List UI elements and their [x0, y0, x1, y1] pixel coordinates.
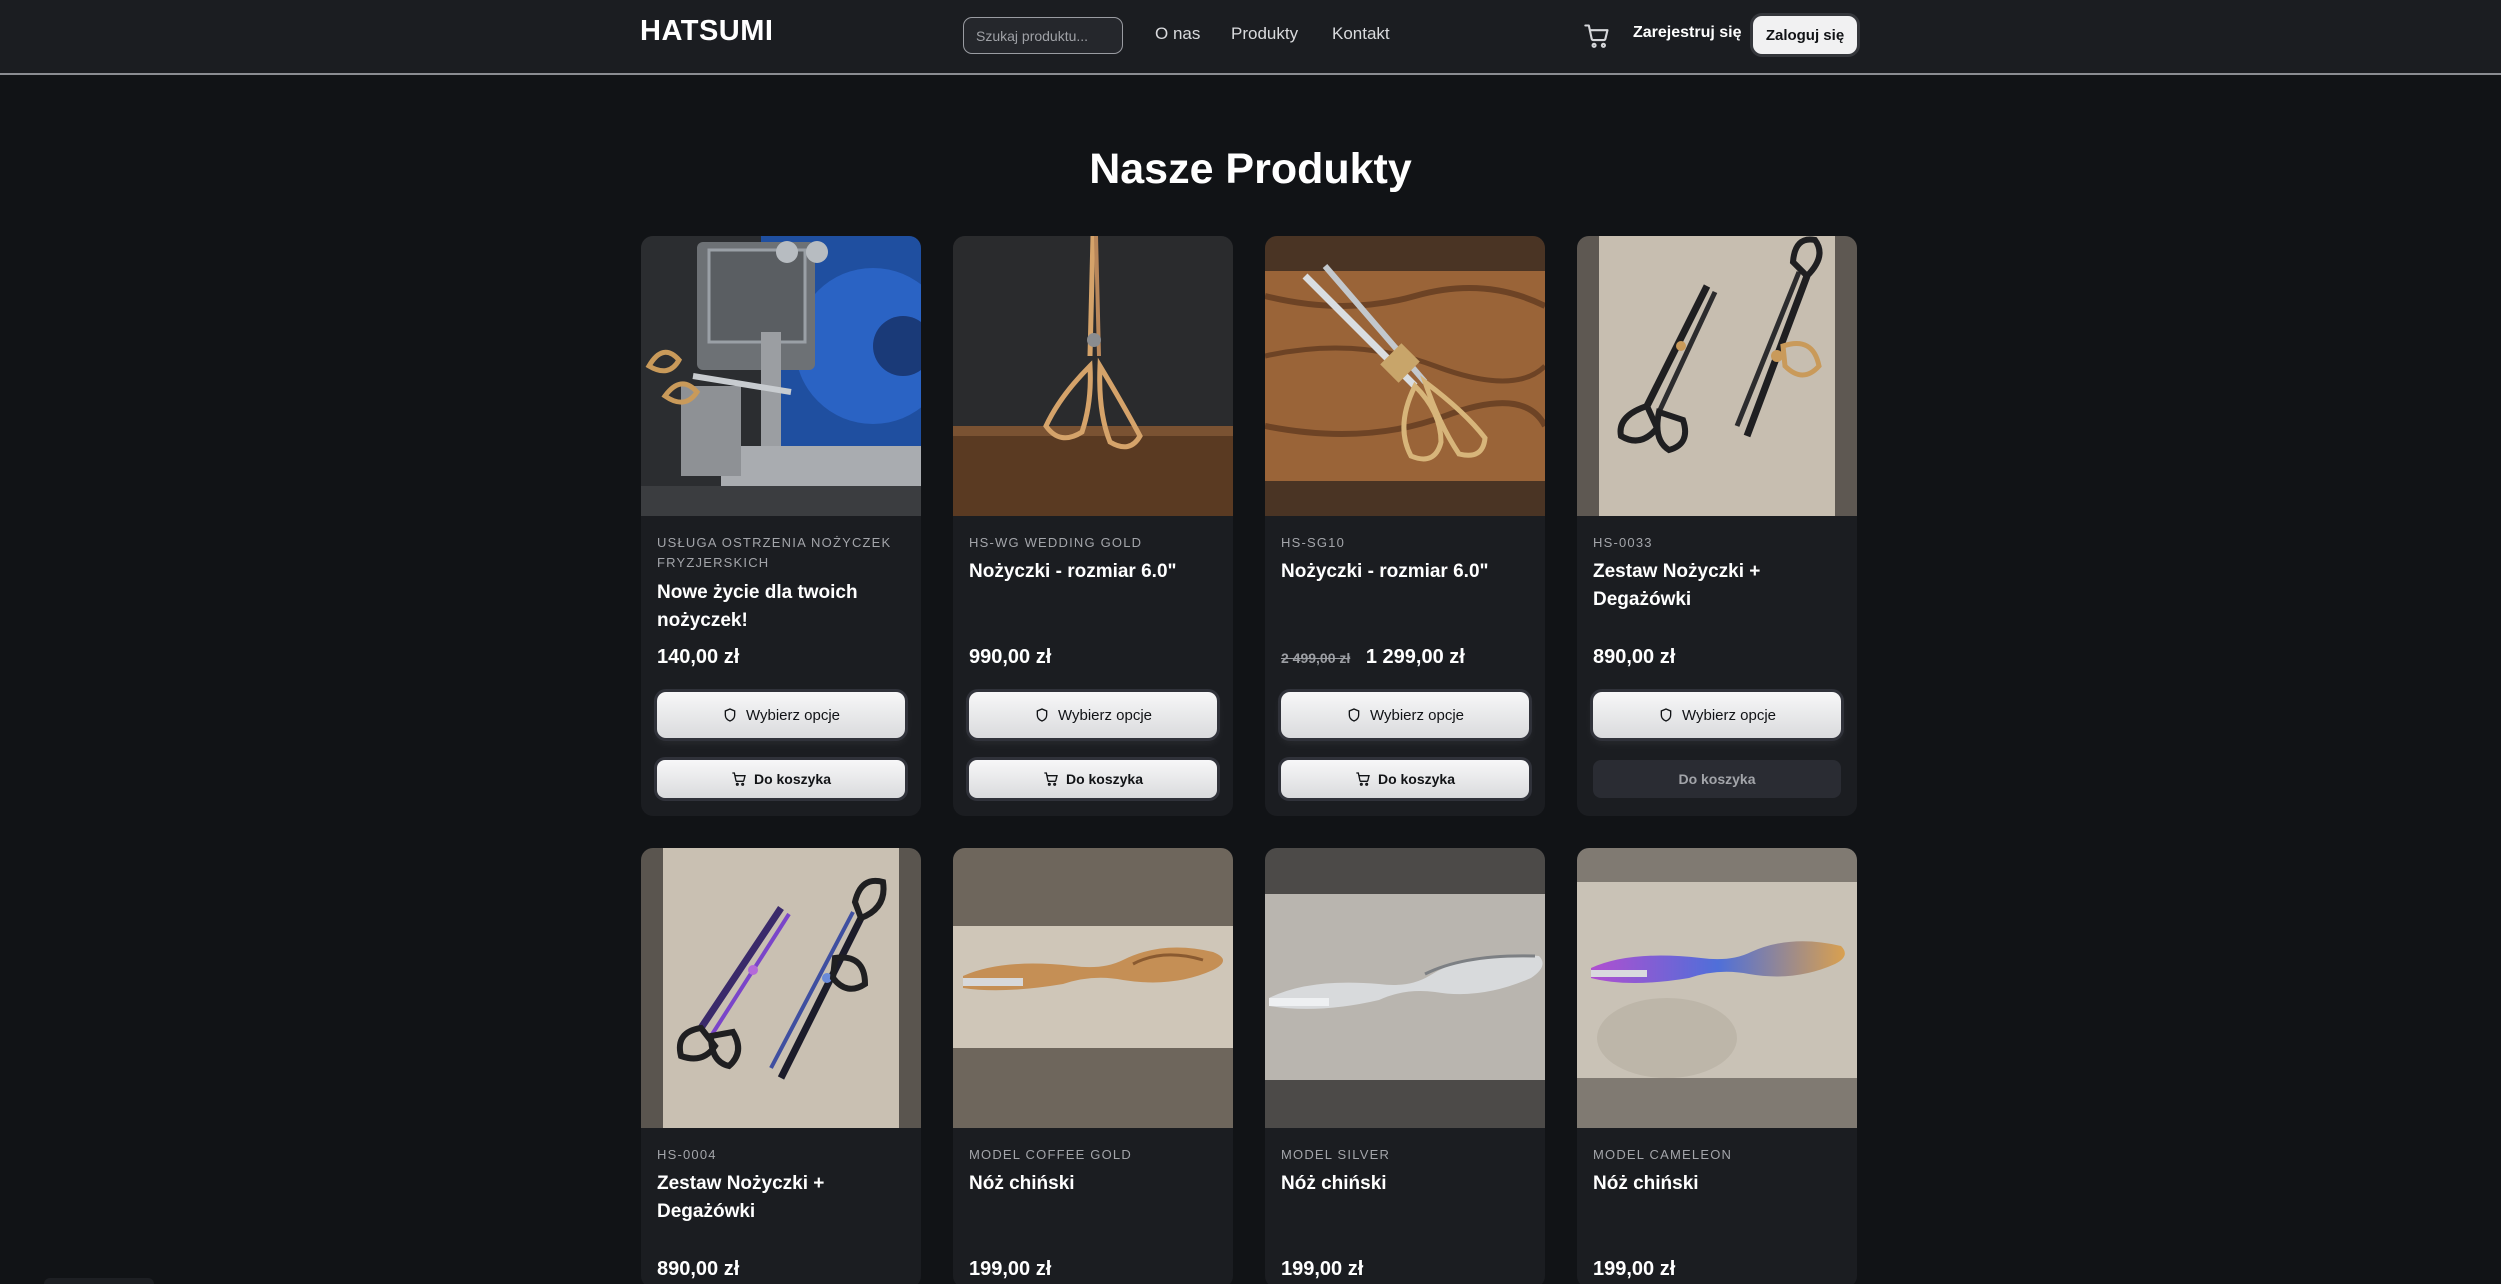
- product-image-silver-razor[interactable]: [1265, 848, 1545, 1128]
- login-button[interactable]: Zaloguj się: [1753, 16, 1857, 54]
- brand-logo[interactable]: HATSUMI: [640, 15, 773, 48]
- shield-icon: [724, 708, 736, 722]
- product-name[interactable]: Nóż chiński: [1281, 1170, 1531, 1198]
- register-link[interactable]: Zarejestruj się: [1633, 24, 1742, 42]
- page-title: Nasze Produkty: [1089, 145, 1412, 193]
- product-card: HS-SG10 Nożyczki - rozmiar 6.0" 2 499,00…: [1265, 236, 1545, 816]
- product-sku: USŁUGA OSTRZENIA NOŻYCZEK FRYZJERSKICH: [657, 535, 892, 570]
- product-sku: HS-WG WEDDING GOLD: [969, 535, 1143, 550]
- product-image-scissors-set[interactable]: [1577, 236, 1857, 516]
- product-name[interactable]: Zestaw Nożyczki + Degażówki: [657, 1170, 907, 1226]
- product-card: HS-WG WEDDING GOLD Nożyczki - rozmiar 6.…: [953, 236, 1233, 816]
- product-image-gold-razor[interactable]: [953, 848, 1233, 1128]
- add-to-cart-label: Do koszyka: [1678, 771, 1756, 787]
- product-name[interactable]: Nożyczki - rozmiar 6.0": [969, 558, 1219, 586]
- product-card: USŁUGA OSTRZENIA NOŻYCZEK FRYZJERSKICH N…: [641, 236, 921, 816]
- add-to-cart-button[interactable]: Do koszyka: [657, 760, 905, 798]
- current-price: 140,00 zł: [657, 646, 740, 668]
- product-name[interactable]: Nożyczki - rozmiar 6.0": [1281, 558, 1531, 586]
- choose-options-label: Wybierz opcje: [1681, 706, 1777, 724]
- product-price: 990,00 zł: [969, 646, 1051, 669]
- current-price: 199,00 zł: [1281, 1258, 1364, 1280]
- product-sku: MODEL CAMELEON: [1593, 1147, 1733, 1162]
- product-image-gold-scissors[interactable]: [953, 236, 1233, 516]
- product-name[interactable]: Zestaw Nożyczki + Degażówki: [1593, 558, 1843, 614]
- search-input[interactable]: [963, 17, 1123, 54]
- product-card: MODEL CAMELEON Nóż chiński 199,00 zł: [1577, 848, 1857, 1284]
- choose-options-label: Wybierz opcje: [1057, 706, 1153, 724]
- add-to-cart-button[interactable]: Do koszyka: [1281, 760, 1529, 798]
- current-price: 199,00 zł: [969, 1258, 1052, 1280]
- add-to-cart-label: Do koszyka: [1377, 771, 1456, 787]
- product-name[interactable]: Nóż chiński: [969, 1170, 1219, 1198]
- add-to-cart-label: Do koszyka: [753, 771, 832, 787]
- product-image-sharpening-machine[interactable]: [641, 236, 921, 516]
- current-price: 890,00 zł: [1593, 646, 1676, 668]
- choose-options-button[interactable]: Wybierz opcje: [969, 692, 1217, 738]
- product-card: HS-0004 Zestaw Nożyczki + Degażówki 890,…: [641, 848, 921, 1284]
- product-sku: HS-0004: [657, 1147, 717, 1162]
- shield-icon: [1348, 708, 1360, 722]
- product-sku: MODEL COFFEE GOLD: [969, 1147, 1132, 1162]
- choose-options-label: Wybierz opcje: [1369, 706, 1465, 724]
- cart-icon: [1356, 772, 1370, 786]
- product-price: 890,00 zł: [1593, 646, 1675, 669]
- product-card: HS-0033 Zestaw Nożyczki + Degażówki 890,…: [1577, 236, 1857, 816]
- cart-icon: [1044, 772, 1058, 786]
- floating-widget-edge[interactable]: [44, 1278, 154, 1284]
- product-image-rainbow-scissors-set[interactable]: [641, 848, 921, 1128]
- choose-options-label: Wybierz opcje: [745, 706, 841, 724]
- choose-options-button[interactable]: Wybierz opcje: [1593, 692, 1841, 738]
- product-card: MODEL SILVER Nóż chiński 199,00 zł: [1265, 848, 1545, 1284]
- product-price: 2 499,00 zł 1 299,00 zł: [1281, 646, 1465, 669]
- add-to-cart-button[interactable]: Do koszyka: [969, 760, 1217, 798]
- current-price: 1 299,00 zł: [1365, 646, 1465, 668]
- cart-icon: [732, 772, 746, 786]
- product-sku: MODEL SILVER: [1281, 1147, 1391, 1162]
- nav-link-about[interactable]: O nas: [1155, 24, 1200, 44]
- product-price: 199,00 zł: [1281, 1258, 1363, 1281]
- product-card: MODEL COFFEE GOLD Nóż chiński 199,00 zł: [953, 848, 1233, 1284]
- product-price: 890,00 zł: [657, 1258, 739, 1281]
- add-to-cart-button-disabled[interactable]: Do koszyka: [1593, 760, 1841, 798]
- shield-icon: [1036, 708, 1048, 722]
- product-sku: HS-SG10: [1281, 535, 1346, 550]
- product-image-rainbow-razor[interactable]: [1577, 848, 1857, 1128]
- product-name[interactable]: Nóż chiński: [1593, 1170, 1843, 1198]
- nav-link-contact[interactable]: Kontakt: [1332, 24, 1390, 44]
- current-price: 990,00 zł: [969, 646, 1052, 668]
- product-price: 199,00 zł: [969, 1258, 1051, 1281]
- product-name[interactable]: Nowe życie dla twoich nożyczek!: [657, 579, 907, 635]
- current-price: 890,00 zł: [657, 1258, 740, 1280]
- shield-icon: [1660, 708, 1672, 722]
- product-price: 140,00 zł: [657, 646, 739, 669]
- choose-options-button[interactable]: Wybierz opcje: [1281, 692, 1529, 738]
- nav-link-products[interactable]: Produkty: [1231, 24, 1298, 44]
- choose-options-button[interactable]: Wybierz opcje: [657, 692, 905, 738]
- product-price: 199,00 zł: [1593, 1258, 1675, 1281]
- product-sku: HS-0033: [1593, 535, 1653, 550]
- old-price: 2 499,00 zł: [1281, 650, 1351, 666]
- add-to-cart-label: Do koszyka: [1065, 771, 1144, 787]
- current-price: 199,00 zł: [1593, 1258, 1676, 1280]
- product-image-scissors-on-wood[interactable]: [1265, 236, 1545, 516]
- cart-icon[interactable]: [1583, 22, 1611, 50]
- top-navigation-bar: HATSUMI O nas Produkty Kontakt Zarejestr…: [0, 0, 2501, 75]
